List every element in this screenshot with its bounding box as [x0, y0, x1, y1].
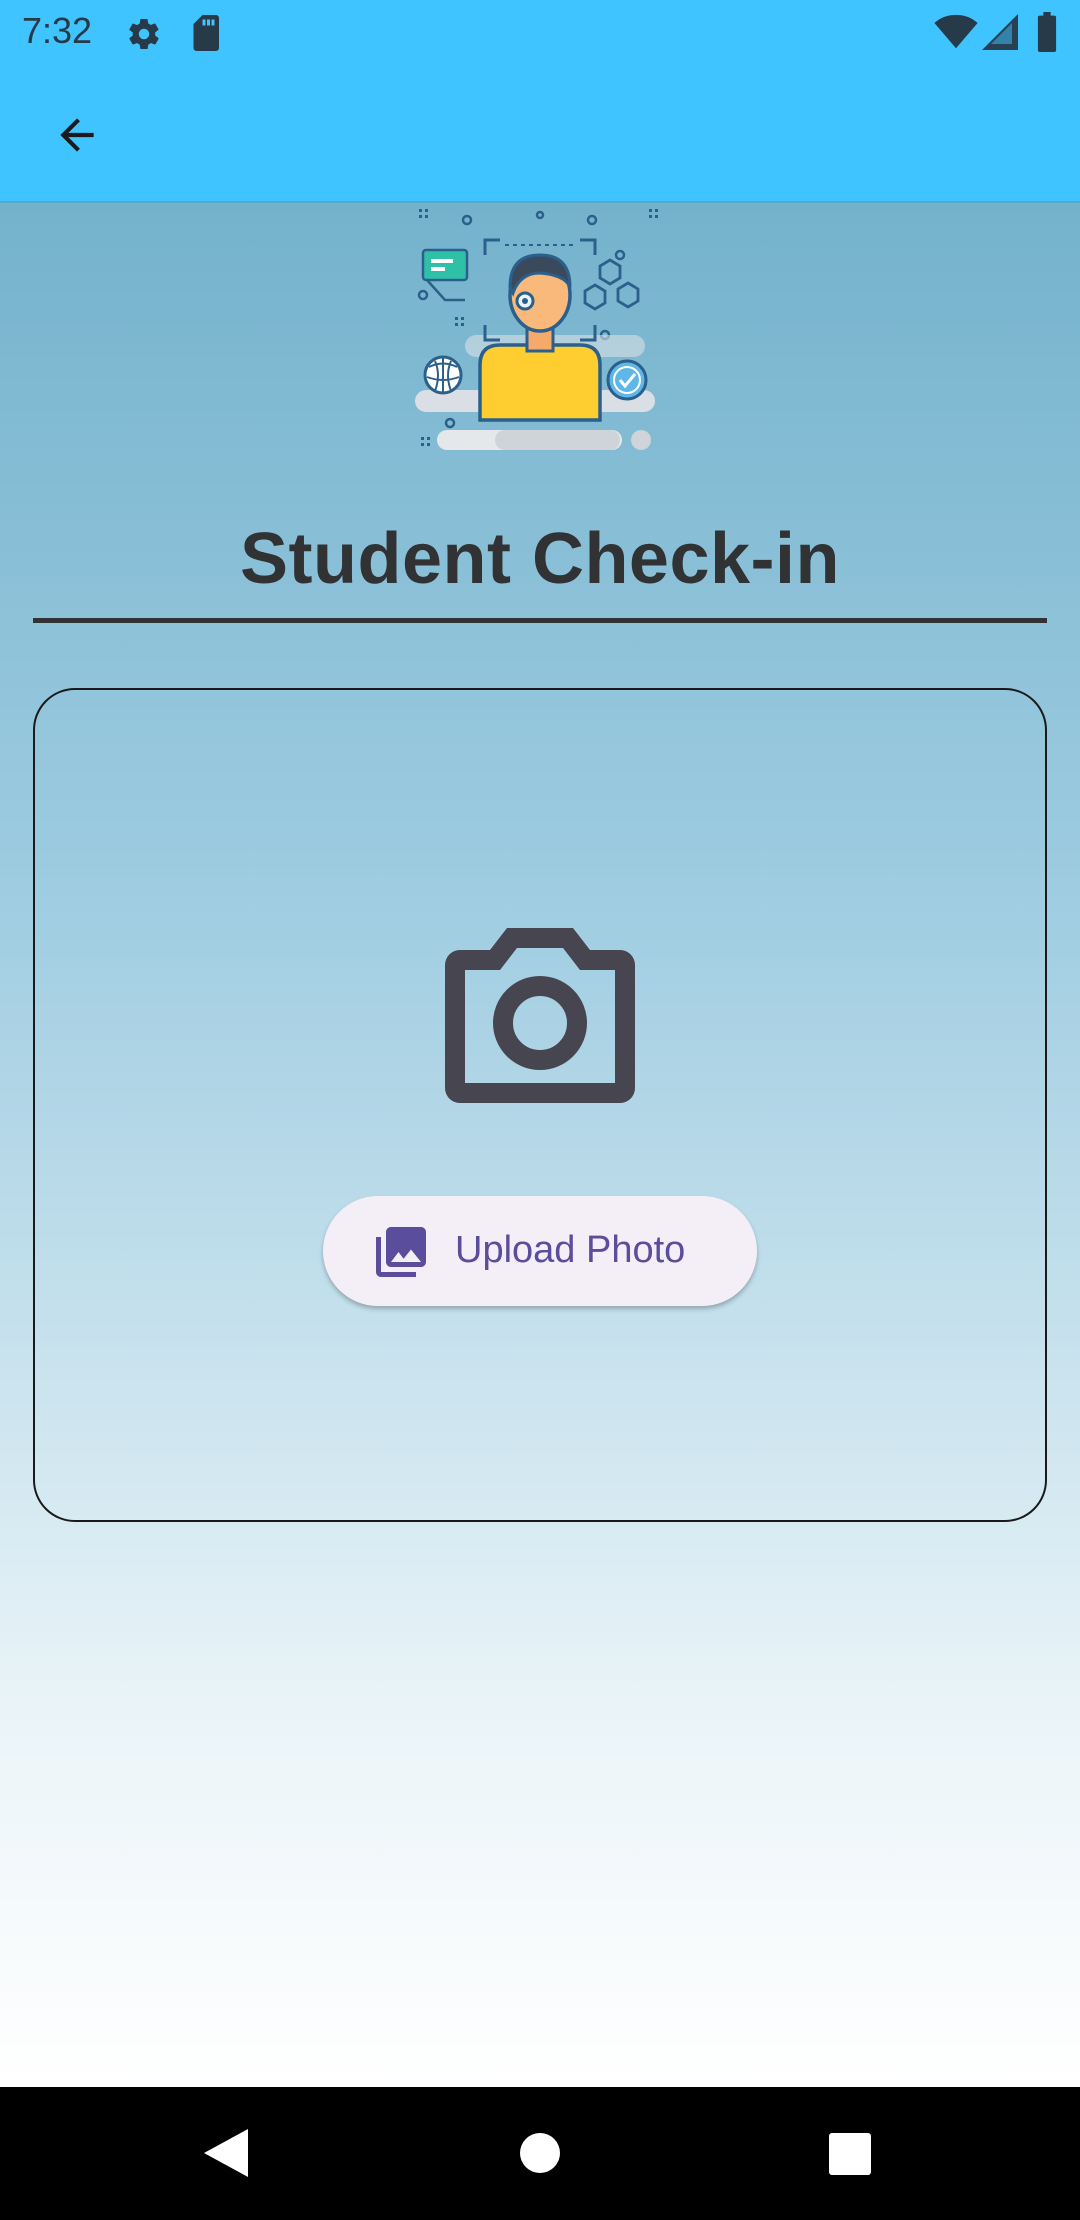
upload-photo-label: Upload Photo: [455, 1229, 686, 1271]
status-bar: 7:32: [0, 0, 1080, 66]
arrow-left-icon: [60, 118, 94, 152]
sd-card-icon: [193, 15, 219, 51]
face-recognition-illustration: [415, 209, 658, 450]
app-bar: [0, 66, 1080, 203]
title-divider: [33, 618, 1047, 623]
system-nav-bar: [0, 2087, 1080, 2220]
page-title: Student Check-in: [239, 519, 841, 599]
recents-square-icon[interactable]: [829, 2133, 871, 2175]
signal-icon: [982, 14, 1018, 50]
status-time: 7:32: [22, 10, 93, 51]
photo-library-icon: [376, 1227, 426, 1277]
home-circle-icon[interactable]: [520, 2133, 560, 2173]
camera-icon[interactable]: [445, 928, 635, 1103]
back-triangle-icon[interactable]: [204, 2129, 248, 2177]
screen: 7:32 Student Check-in Upload Photo: [0, 0, 1080, 2220]
upload-photo-button[interactable]: Upload Photo: [323, 1196, 757, 1306]
wifi-icon: [934, 14, 978, 49]
back-button[interactable]: [38, 104, 116, 166]
main-content: Student Check-in Upload Photo: [0, 203, 1080, 2087]
photo-card: [33, 688, 1047, 1522]
battery-icon: [1037, 12, 1057, 52]
gear-icon: [129, 18, 159, 50]
